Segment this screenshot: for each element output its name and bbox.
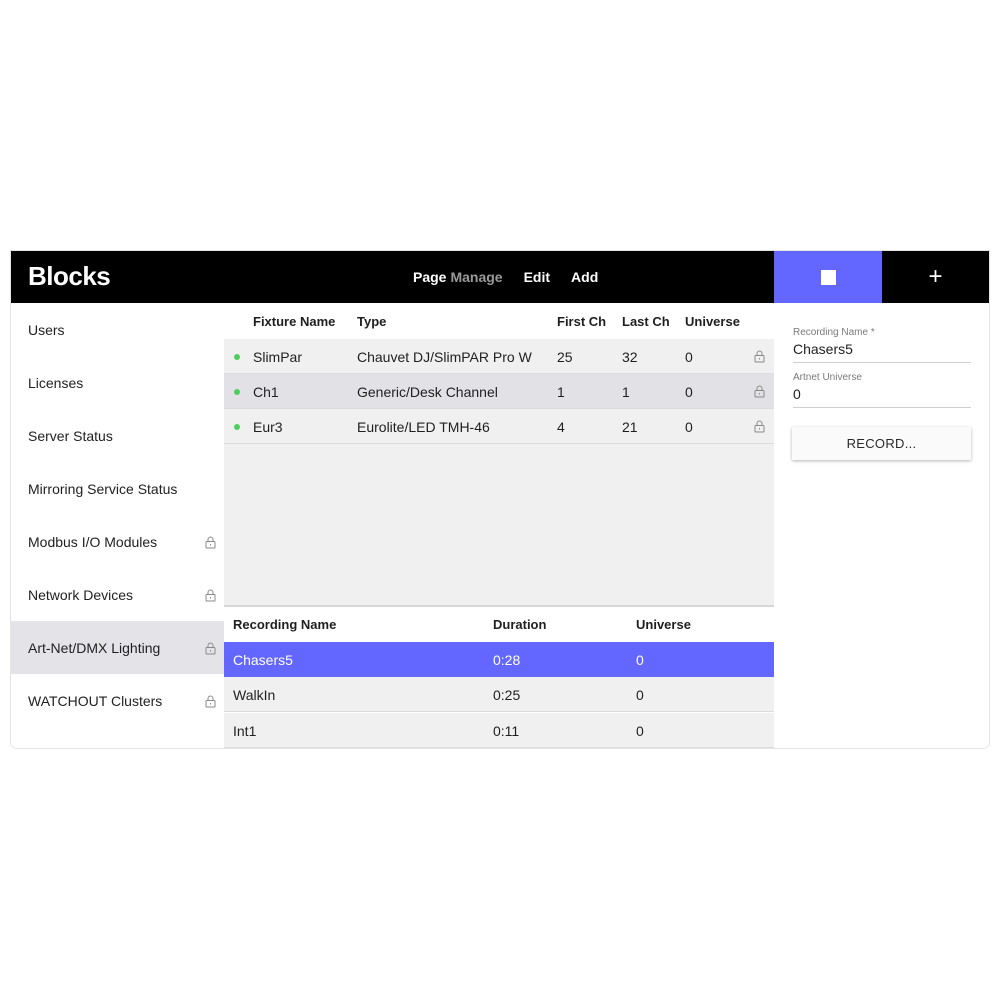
plus-icon: + (928, 263, 943, 290)
recordings-table: Recording Name Duration Universe Chasers… (224, 607, 774, 748)
fixture-last-ch: 32 (622, 349, 638, 365)
top-nav: Page Manage Edit Add (413, 269, 619, 285)
fixture-type: Eurolite/LED TMH-46 (357, 419, 490, 435)
lock-icon (205, 695, 216, 707)
add-recording-button[interactable]: + (882, 251, 989, 303)
table-row[interactable]: Ch1 Generic/Desk Channel 1 1 0 (224, 374, 774, 409)
sidebar-item-label: Mirroring Service Status (28, 480, 178, 497)
fixture-universe: 0 (685, 419, 693, 435)
table-row[interactable]: Int1 0:11 0 (224, 713, 774, 748)
sidebar-item-mirroring-service-status[interactable]: Mirroring Service Status (11, 462, 224, 515)
fixtures-table: Fixture Name Type First Ch Last Ch Unive… (224, 303, 774, 605)
sidebar-item-label: Modbus I/O Modules (28, 533, 158, 550)
fixture-first-ch: 25 (557, 349, 573, 365)
status-dot-icon (234, 354, 240, 360)
fixture-universe: 0 (685, 384, 693, 400)
recording-name-input[interactable]: Chasers5 (793, 341, 971, 362)
lock-icon[interactable] (754, 385, 765, 398)
artnet-universe-input[interactable]: 0 (793, 386, 971, 407)
table-row[interactable]: WalkIn 0:25 0 (224, 677, 774, 712)
nav-page-selector[interactable]: Page Manage (413, 269, 503, 285)
app-window: Blocks Page Manage Edit Add + Users Lice… (11, 251, 989, 748)
sidebar-item-label: Network Devices (28, 586, 134, 603)
sidebar-item-server-status[interactable]: Server Status (11, 409, 224, 462)
recording-universe: 0 (636, 723, 644, 739)
fixture-name: Eur3 (253, 419, 283, 435)
sidebar: Users Licenses Server Status Mirroring S… (11, 303, 224, 748)
sidebar-item-users[interactable]: Users (11, 303, 224, 356)
sidebar-item-label: Licenses (28, 374, 84, 391)
sidebar-item-network-devices[interactable]: Network Devices (11, 568, 224, 621)
recording-duration: 0:25 (493, 687, 521, 703)
table-row[interactable]: Eur3 Eurolite/LED TMH-46 4 21 0 (224, 409, 774, 444)
lock-icon (205, 589, 216, 601)
column-header-universe[interactable]: Universe (636, 617, 691, 632)
sidebar-item-label: Users (28, 321, 65, 338)
recording-name-field[interactable]: Recording Name * Chasers5 (793, 327, 971, 363)
fixtures-table-header: Fixture Name Type First Ch Last Ch Unive… (224, 303, 774, 339)
recordings-table-header: Recording Name Duration Universe (224, 607, 774, 642)
column-header-universe[interactable]: Universe (685, 314, 740, 329)
column-header-last-ch[interactable]: Last Ch (622, 314, 670, 329)
artnet-universe-field[interactable]: Artnet Universe 0 (793, 372, 971, 408)
recording-name: Int1 (233, 723, 257, 739)
lock-icon[interactable] (754, 350, 765, 363)
sidebar-item-label: Art-Net/DMX Lighting (28, 639, 161, 656)
column-header-duration[interactable]: Duration (493, 617, 546, 632)
lock-icon (205, 642, 216, 654)
fixture-name: SlimPar (253, 349, 303, 365)
top-bar: Blocks Page Manage Edit Add + (11, 251, 989, 303)
column-header-recording-name[interactable]: Recording Name (233, 617, 336, 632)
recording-duration: 0:11 (493, 723, 520, 739)
fixture-universe: 0 (685, 349, 693, 365)
recording-details-panel: Recording Name * Chasers5 Artnet Univers… (774, 303, 989, 748)
blocks-logo: Blocks (28, 261, 111, 291)
fixture-type: Chauvet DJ/SlimPAR Pro W (357, 349, 532, 365)
fixture-first-ch: 4 (557, 419, 565, 435)
recording-name: WalkIn (233, 687, 276, 703)
nav-add[interactable]: Add (571, 269, 598, 285)
sidebar-item-art-net-dmx-lighting[interactable]: Art-Net/DMX Lighting (11, 621, 224, 674)
artnet-universe-label: Artnet Universe (793, 372, 862, 383)
fixture-name: Ch1 (253, 384, 279, 400)
sidebar-item-modbus-io-modules[interactable]: Modbus I/O Modules (11, 515, 224, 568)
sidebar-item-label: Server Status (28, 427, 113, 444)
table-row[interactable]: Chasers5 0:28 0 (224, 642, 774, 677)
status-dot-icon (234, 424, 240, 430)
fixture-first-ch: 1 (557, 384, 565, 400)
stop-icon (820, 269, 836, 285)
sidebar-item-watchout-clusters[interactable]: WATCHOUT Clusters (11, 674, 224, 727)
recording-universe: 0 (636, 652, 644, 668)
sidebar-item-licenses[interactable]: Licenses (11, 356, 224, 409)
sidebar-item-label: WATCHOUT Clusters (28, 692, 163, 709)
column-header-type[interactable]: Type (357, 314, 386, 329)
recording-name-label: Recording Name * (793, 327, 875, 338)
recording-name: Chasers5 (233, 652, 293, 668)
nav-page-value: Manage (450, 269, 503, 285)
column-header-first-ch[interactable]: First Ch (557, 314, 606, 329)
record-button[interactable]: RECORD... (792, 427, 971, 460)
lock-icon[interactable] (754, 420, 765, 433)
nav-page-label: Page (413, 269, 447, 285)
fixture-type: Generic/Desk Channel (357, 384, 498, 400)
recording-duration: 0:28 (493, 652, 521, 668)
column-header-fixture-name[interactable]: Fixture Name (253, 314, 335, 329)
nav-edit[interactable]: Edit (524, 269, 550, 285)
stop-button[interactable] (774, 251, 882, 303)
table-row[interactable]: SlimPar Chauvet DJ/SlimPAR Pro W 25 32 0 (224, 339, 774, 374)
status-dot-icon (234, 389, 240, 395)
fixture-last-ch: 1 (622, 384, 630, 400)
fixture-last-ch: 21 (622, 419, 638, 435)
recording-universe: 0 (636, 687, 644, 703)
lock-icon (205, 536, 216, 548)
